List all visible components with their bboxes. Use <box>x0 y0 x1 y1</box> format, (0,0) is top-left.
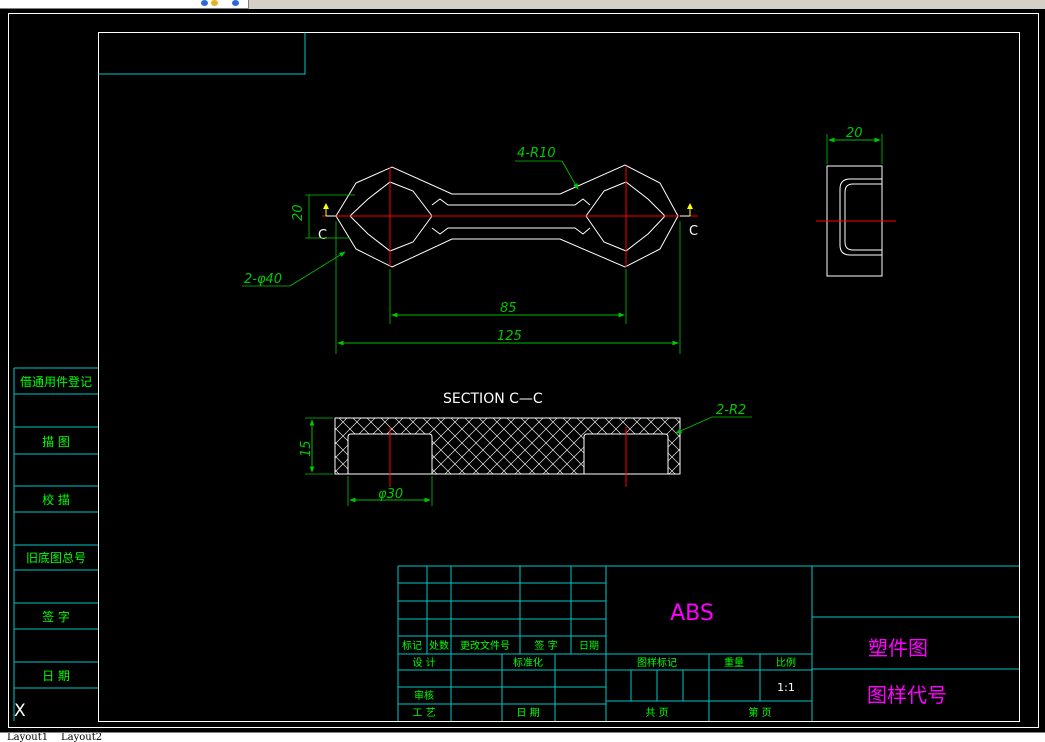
dim-side-width: 20 <box>846 126 863 141</box>
toolbar-strip <box>0 0 1045 9</box>
title-block-label: 设 计 <box>412 656 435 669</box>
section-view <box>334 417 681 487</box>
dim-height: 20 <box>291 204 306 221</box>
section-marker-right: C <box>680 203 698 239</box>
dim-overall-length: 125 <box>497 329 522 344</box>
left-table-cell: 校 描 <box>42 492 70 507</box>
title-block-label: 比例 <box>776 656 796 669</box>
title-block-label: 标记 <box>402 640 422 652</box>
left-table-cell: 借通用件登记 <box>20 374 92 389</box>
side-view <box>816 134 896 277</box>
title-block-label: 标准化 <box>513 656 543 669</box>
dim-radius: 4-R10 <box>517 146 556 161</box>
title-block-label: 共 页 <box>645 707 668 719</box>
inner-frame <box>98 32 1020 722</box>
zoom-icon[interactable] <box>211 0 218 6</box>
section-marker-label: C <box>318 228 327 243</box>
ucs-icon: X <box>14 701 26 721</box>
drawing-code: 图样代号 <box>867 683 947 707</box>
drawing-canvas[interactable]: C C 20 85 125 2-φ40 4-R10 20 SECTION C—C… <box>0 9 1045 732</box>
dim-center-distance: 85 <box>500 301 517 316</box>
title-block-label: 签 字 <box>534 639 557 652</box>
pan-icon[interactable] <box>201 0 208 6</box>
title-block-label: 日 期 <box>516 707 539 719</box>
title-block-label: 重量 <box>724 656 744 669</box>
drawing-name: 塑件图 <box>868 636 928 660</box>
dim-hole: 2-φ40 <box>244 272 282 287</box>
left-table-cell: 日 期 <box>42 669 70 683</box>
dim-section-radius: 2-R2 <box>716 403 746 418</box>
title-block-label: 审核 <box>414 689 434 702</box>
left-table-cell: 描 图 <box>42 435 70 449</box>
corner-box <box>98 32 306 75</box>
dim-section-thickness: 15 <box>299 440 314 457</box>
title-block-label: 日期 <box>579 640 599 652</box>
section-marker-left: C <box>318 203 336 243</box>
section-marker-label: C <box>689 224 698 239</box>
top-view <box>322 164 698 268</box>
title-block-label: 第 页 <box>748 706 771 719</box>
scale-value: 1:1 <box>777 681 795 694</box>
title-block-label: 处数 <box>429 639 449 652</box>
title-block-label: 更改文件号 <box>460 639 510 652</box>
outer-frame <box>8 13 1039 728</box>
left-table-cell: 旧底图总号 <box>26 550 86 565</box>
section-title: SECTION C—C <box>443 391 543 407</box>
refresh-icon[interactable] <box>232 0 239 6</box>
dim-section-hole: φ30 <box>378 487 403 502</box>
title-block-label: 工 艺 <box>412 707 435 719</box>
dimensions-top <box>242 160 681 354</box>
material-text: ABS <box>670 601 714 626</box>
title-block-label: 图样标记 <box>637 656 677 669</box>
left-table-cell: 签 字 <box>42 609 70 624</box>
